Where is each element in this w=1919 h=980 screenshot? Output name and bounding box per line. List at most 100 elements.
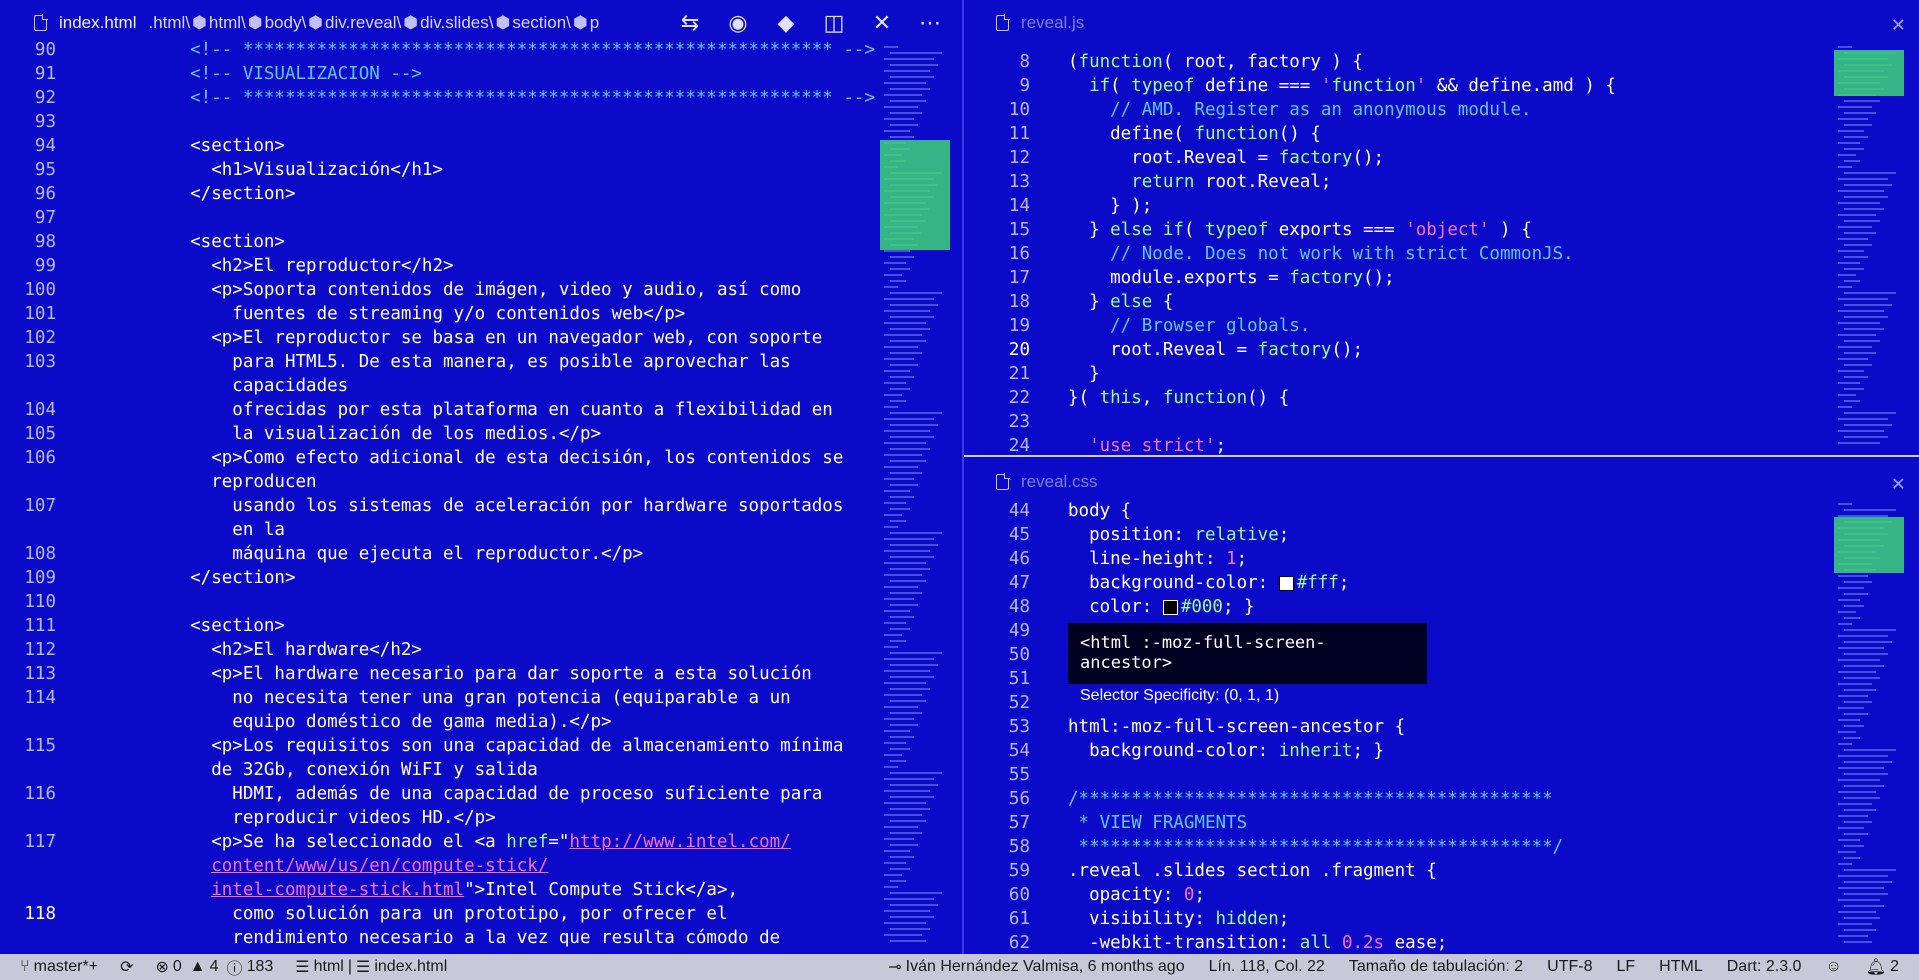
end-of-line[interactable]: LF (1617, 958, 1636, 976)
code-line[interactable]: opacity: 0; (1068, 883, 1563, 907)
breadcrumb-item[interactable]: body\ (265, 13, 307, 32)
code-area[interactable]: body { position: relative; line-height: … (1068, 499, 1563, 954)
git-icon[interactable]: ◆ (762, 10, 810, 36)
minimap-viewport[interactable] (880, 140, 950, 250)
current-file[interactable]: index.html (374, 958, 447, 976)
code-line[interactable]: <!-- ***********************************… (148, 86, 875, 110)
code-line[interactable]: }( this, function() { (1068, 386, 1616, 410)
breadcrumb-item[interactable]: .html\ (148, 13, 190, 32)
close-icon[interactable]: ✕ (1892, 12, 1905, 37)
breadcrumb-item[interactable]: div.reveal\ (325, 13, 401, 32)
minimap[interactable] (1834, 503, 1904, 954)
breadcrumb-item[interactable]: html\ (209, 13, 246, 32)
code-line[interactable]: <h2>El hardware</h2> (148, 638, 875, 662)
code-line[interactable]: html:-moz-full-screen-ancestor { (1068, 715, 1563, 739)
code-line[interactable]: intel-compute-stick.html">Intel Compute … (148, 878, 875, 902)
minimap-viewport[interactable] (1834, 517, 1904, 573)
code-line[interactable]: (function( root, factory ) { (1068, 50, 1616, 74)
code-line[interactable]: HDMI, además de una capacidad de proceso… (148, 782, 875, 806)
code-line[interactable]: } else if( typeof exports === 'object' )… (1068, 218, 1616, 242)
code-line[interactable]: if( typeof define === 'function' && defi… (1068, 74, 1616, 98)
code-line[interactable]: <!-- VISUALIZACION --> (148, 62, 875, 86)
code-line[interactable]: <p>Se ha seleccionado el <a href="http:/… (148, 830, 875, 854)
code-line[interactable]: root.Reveal = factory(); (1068, 146, 1616, 170)
code-line[interactable]: module.exports = factory(); (1068, 266, 1616, 290)
language[interactable]: HTML (1659, 958, 1703, 976)
code-line[interactable]: /***************************************… (1068, 787, 1563, 811)
code-line[interactable]: .reveal .slides section .fragment { (1068, 859, 1563, 883)
code-line[interactable]: } (1068, 362, 1616, 386)
code-line[interactable]: -webkit-transition: all 0.2s ease; (1068, 931, 1563, 954)
code-line[interactable]: <p>Los requisitos son una capacidad de a… (148, 734, 875, 758)
close-icon[interactable]: ✕ (1892, 471, 1905, 496)
code-line[interactable]: ​ (148, 206, 875, 230)
code-line[interactable]: ofrecidas por esta plataforma en cuanto … (148, 398, 875, 422)
code-line[interactable]: line-height: 1; (1068, 547, 1563, 571)
code-line[interactable]: equipo doméstico de gama media).</p> (148, 710, 875, 734)
code-line[interactable]: para HTML5. De esta manera, es posible a… (148, 350, 875, 374)
code-line[interactable]: fuentes de streaming y/o contenidos web<… (148, 302, 875, 326)
notification-count[interactable]: 2 (1890, 958, 1899, 976)
code-line[interactable]: <section> (148, 134, 875, 158)
code-line[interactable]: reproducen (148, 470, 875, 494)
bell-icon[interactable]: 🔔︎ (1866, 957, 1886, 977)
code-line[interactable]: content/www/us/en/compute-stick/ (148, 854, 875, 878)
code-line[interactable]: background-color: inherit; } (1068, 739, 1563, 763)
close-icon[interactable]: ✕ (858, 10, 906, 36)
code-line[interactable]: <section> (148, 230, 875, 254)
code-line[interactable]: position: relative; (1068, 523, 1563, 547)
more-icon[interactable]: ⋯ (906, 10, 954, 36)
code-line[interactable]: // Node. Does not work with strict Commo… (1068, 242, 1616, 266)
code-line[interactable]: ​ (1068, 763, 1563, 787)
tab-size[interactable]: Tamaño de tabulación: 2 (1349, 958, 1523, 976)
code-area[interactable]: (function( root, factory ) { if( typeof … (1068, 50, 1616, 455)
code-line[interactable]: </section> (148, 566, 875, 590)
code-line[interactable]: } ); (1068, 194, 1616, 218)
code-line[interactable]: <!-- ***********************************… (148, 38, 875, 62)
code-line[interactable]: } else { (1068, 290, 1616, 314)
code-editor[interactable]: 90 91 92 93 94 95 96 97 98 99 100 101 102 103 104 105 10… (0, 40, 962, 954)
code-line[interactable]: no necesita tener una gran potencia (equ… (148, 686, 875, 710)
code-line[interactable]: // AMD. Register as an anonymous module. (1068, 98, 1616, 122)
code-line[interactable]: // Browser globals. (1068, 314, 1616, 338)
code-line[interactable]: en la (148, 518, 875, 542)
breadcrumb-item[interactable]: p (590, 13, 599, 32)
code-line[interactable]: <h2>El reproductor</h2> (148, 254, 875, 278)
compare-changes-icon[interactable]: ⇆ (666, 10, 714, 36)
code-line[interactable]: 'use strict'; (1068, 434, 1616, 455)
code-line[interactable]: la visualización de los medios.</p> (148, 422, 875, 446)
code-line[interactable]: root.Reveal = factory(); (1068, 338, 1616, 362)
warning-count[interactable]: 4 (210, 958, 219, 976)
git-blame[interactable]: Iván Hernández Valmisa, 6 months ago (906, 958, 1185, 976)
code-line[interactable]: </section> (148, 182, 875, 206)
code-line[interactable]: <p>El hardware necesario para dar soport… (148, 662, 875, 686)
code-line[interactable]: <p>Soporta contenidos de imágen, video y… (148, 278, 875, 302)
minimap[interactable] (880, 46, 950, 954)
code-area[interactable]: <!-- ***********************************… (148, 38, 875, 950)
language-mode[interactable]: html (314, 958, 344, 976)
code-line[interactable]: ****************************************… (1068, 835, 1564, 859)
code-line[interactable]: <section> (148, 614, 875, 638)
code-line[interactable]: reproducir videos HD.</p> (148, 806, 875, 830)
code-line[interactable]: define( function() { (1068, 122, 1616, 146)
code-line[interactable]: visibility: hidden; (1068, 907, 1563, 931)
sync-icon[interactable]: ⟳ (120, 957, 133, 977)
dart-version[interactable]: Dart: 2.3.0 (1727, 958, 1802, 976)
code-line[interactable]: background-color: #fff; (1068, 571, 1563, 595)
code-line[interactable]: return root.Reveal; (1068, 170, 1616, 194)
code-line[interactable]: rendimiento necesario a la vez que resul… (148, 926, 875, 950)
tab-reveal-css[interactable]: reveal.css (1021, 472, 1098, 492)
code-line[interactable]: como solución para un prototipo, por ofr… (148, 902, 875, 926)
tab-index-html[interactable]: index.html (59, 13, 136, 33)
code-line[interactable]: <p>Como efecto adicional de esta decisió… (148, 446, 875, 470)
tab-reveal-js[interactable]: reveal.js (1021, 13, 1084, 33)
code-line[interactable]: body { (1068, 499, 1563, 523)
code-line[interactable]: capacidades (148, 374, 875, 398)
code-line[interactable]: ​ (1068, 410, 1616, 434)
breadcrumb-item[interactable]: section\ (512, 13, 571, 32)
code-editor[interactable]: 8 9 10 11 12 13 14 15 16 17 18 19 20 21 22 23 24 (functi… (964, 46, 1919, 455)
code-line[interactable]: * VIEW FRAGMENTS (1068, 811, 1563, 835)
code-line[interactable]: usando los sistemas de aceleración por h… (148, 494, 875, 518)
code-line[interactable]: de 32Gb, conexión WiFI y salida (148, 758, 875, 782)
code-line[interactable]: <p>El reproductor se basa en un navegado… (148, 326, 875, 350)
